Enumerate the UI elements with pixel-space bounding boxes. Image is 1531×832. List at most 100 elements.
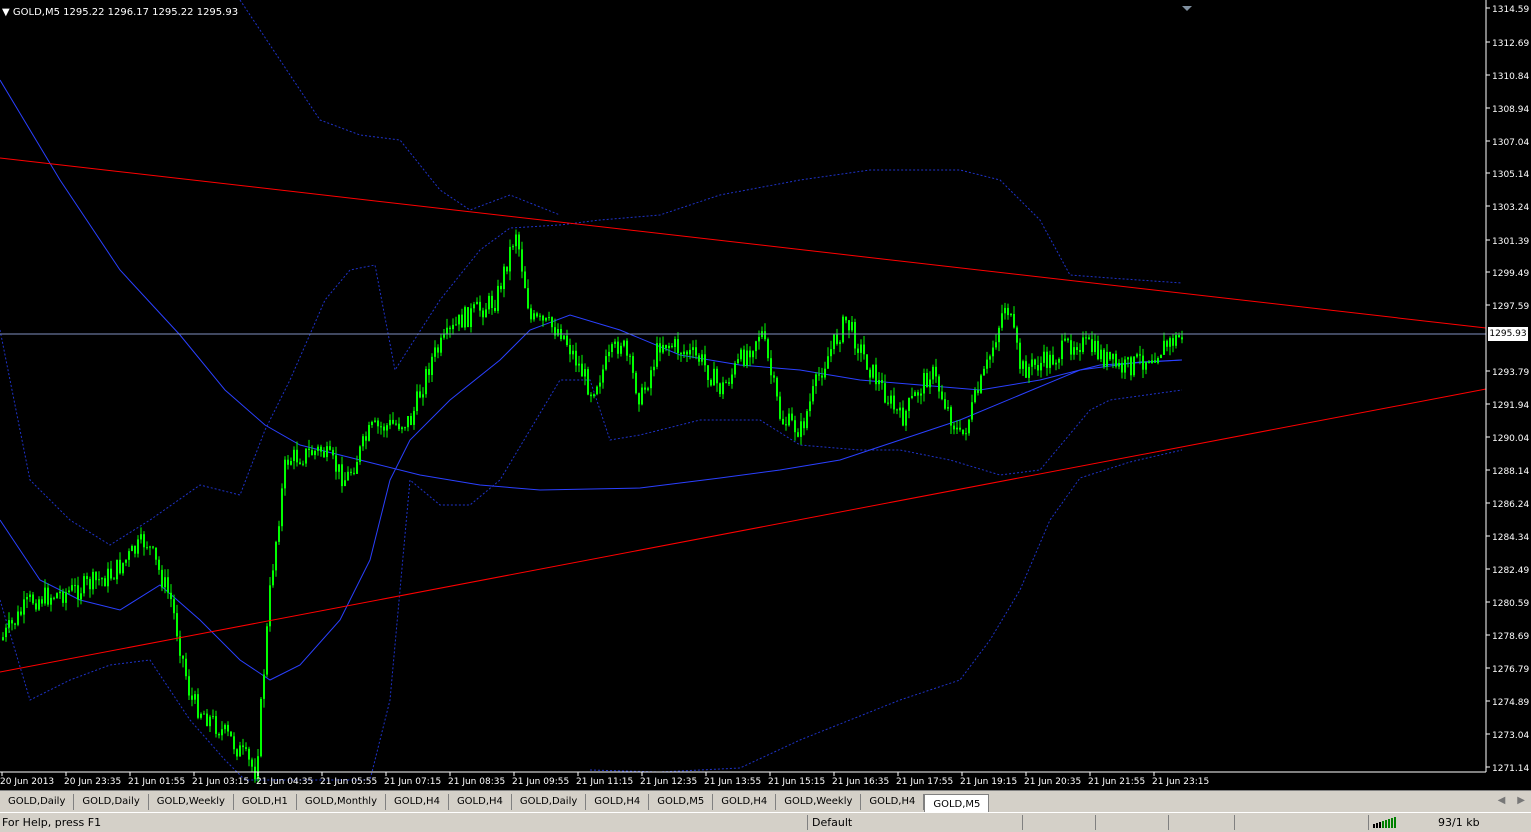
trendlines[interactable]	[0, 157, 1487, 673]
profile-name[interactable]: Default	[812, 815, 852, 830]
candle-body	[1109, 351, 1111, 360]
candle-body	[419, 391, 421, 398]
time-tick-label: 21 Jun 01:55	[128, 777, 185, 787]
tab-gold-h4[interactable]: GOLD,H4	[861, 794, 925, 810]
candle-body	[38, 599, 40, 610]
candle-body	[329, 446, 331, 450]
tab-gold-weekly[interactable]: GOLD,Weekly	[149, 794, 234, 810]
time-tick-label: 21 Jun 16:35	[832, 777, 889, 787]
candle-body	[680, 353, 682, 355]
moving-average-slow	[0, 79, 1183, 491]
candle-body	[404, 427, 406, 429]
price-chart[interactable]: 1314.59 1312.69 1310.84 1308.94 1307.04 1305.…	[0, 0, 1531, 790]
candle-body	[605, 356, 607, 370]
candle-body	[860, 344, 862, 353]
time-tick-label: 21 Jun 19:15	[960, 777, 1017, 787]
candle-body	[521, 249, 523, 272]
tab-gold-daily[interactable]: GOLD,Daily	[0, 794, 75, 810]
candle-body	[641, 387, 643, 405]
candle-body	[662, 344, 664, 353]
candle-body	[1028, 366, 1030, 378]
candle-body	[707, 365, 709, 380]
tab-gold-h4[interactable]: GOLD,H4	[449, 794, 512, 810]
tab-gold-monthly[interactable]: GOLD,Monthly	[297, 794, 386, 810]
tab-gold-h4[interactable]: GOLD,H4	[386, 794, 449, 810]
price-tick-label: 1307.04	[1492, 138, 1529, 148]
candle-body	[227, 724, 229, 732]
candle-body	[368, 425, 370, 441]
tab-gold-h4[interactable]: GOLD,H4	[586, 794, 650, 810]
candle-body	[746, 350, 748, 366]
chart-shift-marker[interactable]	[1182, 6, 1192, 11]
candle-body	[263, 674, 265, 699]
candle-body	[599, 382, 601, 387]
chart-area[interactable]: 1314.59 1312.69 1310.84 1308.94 1307.04 1305.…	[0, 0, 1531, 790]
candle-body	[965, 433, 967, 435]
candle-body	[101, 578, 103, 580]
candle-body	[26, 597, 28, 600]
tab-gold-m5[interactable]: GOLD,M5	[924, 793, 990, 814]
price-tick-label: 1274.89	[1492, 698, 1529, 708]
tab-gold-h1[interactable]: GOLD,H1	[234, 794, 297, 810]
candle-body	[356, 462, 358, 474]
tab-gold-daily[interactable]: GOLD,Daily	[74, 794, 149, 810]
candle-body	[866, 354, 868, 370]
traffic-counter: 93/1 kb	[1438, 816, 1480, 829]
candle-body	[17, 611, 19, 625]
price-tick-label: 1293.79	[1492, 368, 1529, 378]
candle-body	[1124, 359, 1126, 373]
support-trendline[interactable]	[0, 388, 1487, 673]
candle-body	[722, 382, 724, 395]
candle-body	[830, 349, 832, 357]
candle-body	[719, 383, 721, 395]
candle-body	[536, 313, 538, 317]
resistance-trendline[interactable]	[0, 157, 1487, 329]
candle-body	[50, 597, 52, 605]
candle-body	[212, 716, 214, 718]
candle-body	[821, 375, 823, 378]
candle-body	[305, 448, 307, 464]
time-axis: 20 Jun 2013 20 Jun 23:35 21 Jun 01:55 21 Ju…	[0, 772, 1209, 787]
candle-body	[1049, 354, 1051, 368]
collapse-arrow-icon[interactable]: ▼	[2, 7, 13, 18]
candle-body	[716, 368, 718, 384]
candle-body	[527, 288, 529, 309]
tab-gold-m5[interactable]: GOLD,M5	[649, 794, 714, 810]
candle-body	[1115, 353, 1117, 367]
candle-body	[500, 285, 502, 290]
candle-body	[1181, 337, 1183, 340]
candle-body	[986, 359, 988, 369]
candle-body	[785, 424, 787, 426]
candle-body	[161, 569, 163, 588]
candle-body	[5, 627, 7, 638]
candle-body	[1064, 338, 1066, 341]
candle-body	[1106, 351, 1108, 367]
candle-body	[548, 317, 550, 319]
candle-body	[65, 592, 67, 603]
candle-body	[413, 410, 415, 425]
price-tick-label: 1284.34	[1492, 533, 1529, 543]
tab-scroll-left-icon[interactable]: ◀	[1498, 795, 1506, 806]
candle-body	[989, 356, 991, 360]
candle-body	[632, 356, 634, 373]
candle-body	[167, 577, 169, 593]
candle-body	[278, 526, 280, 542]
candle-body	[824, 368, 826, 378]
candle-body	[1088, 337, 1090, 340]
candle-body	[347, 471, 349, 481]
candle-body	[1082, 337, 1084, 352]
candle-body	[608, 351, 610, 357]
candle-body	[602, 369, 604, 383]
candle-body	[1091, 339, 1093, 352]
candle-body	[236, 749, 238, 757]
candle-body	[506, 266, 508, 272]
tab-gold-daily[interactable]: GOLD,Daily	[512, 794, 587, 810]
candle-body	[275, 541, 277, 571]
tab-gold-h4[interactable]: GOLD,H4	[713, 794, 777, 810]
candle-body	[980, 375, 982, 393]
candle-body	[302, 463, 304, 465]
status-bar: For Help, press F1 Default 93/1 kb	[0, 812, 1531, 832]
candle-body	[584, 369, 586, 377]
tab-gold-weekly[interactable]: GOLD,Weekly	[776, 794, 862, 810]
tab-scroll-right-icon[interactable]: ▶	[1517, 795, 1525, 806]
